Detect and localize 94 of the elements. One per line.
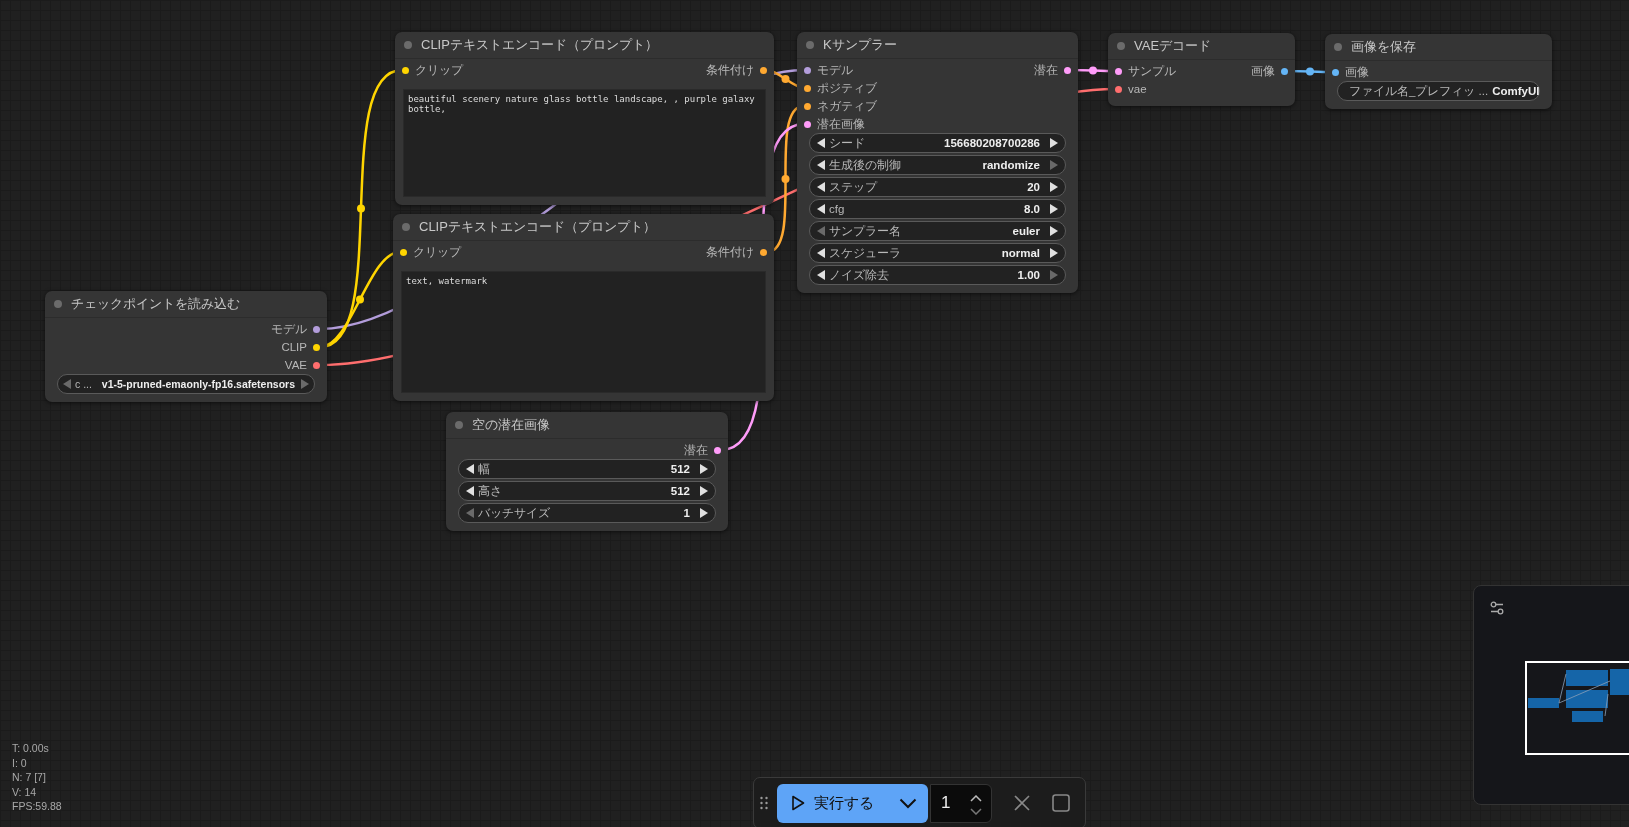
widget-label: ノイズ除去 [829, 267, 889, 283]
node-title: VAEデコード [1134, 37, 1212, 55]
slot-label: 条件付け [706, 244, 754, 260]
drag-handle-icon[interactable] [760, 796, 768, 810]
output-slot-icon[interactable] [714, 446, 721, 454]
node-dot-icon [402, 223, 410, 231]
slot-label: クリップ [415, 62, 463, 78]
input-slot-icon[interactable] [1115, 85, 1122, 93]
widget-value: normal [1001, 247, 1040, 259]
text-widget[interactable]: ファイル名_プレフィッ ... ComfyUI [1337, 81, 1540, 101]
node-dot-icon [806, 41, 814, 49]
widget-label: c ... [75, 378, 92, 390]
widget-label: スケジューラ [829, 245, 901, 261]
input-slot-icon[interactable] [400, 248, 407, 256]
run-button[interactable]: 実行する [777, 783, 888, 823]
chevron-up-icon[interactable] [970, 794, 982, 802]
input-slot-icon[interactable] [1332, 68, 1339, 76]
widget-label: シード [829, 135, 865, 151]
dropdown-button[interactable] [888, 783, 928, 823]
widget-value: ComfyUI [1492, 85, 1540, 97]
slot-label: サンプル [1128, 63, 1176, 79]
slot-label: ポジティブ [817, 80, 877, 96]
node-dot-icon [1117, 42, 1125, 50]
node-title: チェックポイントを読み込む [71, 295, 240, 313]
stat-line: I: 0 [12, 755, 28, 770]
output-slot-icon[interactable] [760, 66, 767, 74]
widget-label: 生成後の制御 [829, 157, 901, 173]
widget-label: ファイル名_プレフィッ ... [1349, 83, 1489, 99]
slot-label: クリップ [413, 244, 461, 260]
widget-label: サンプラー名 [829, 223, 901, 239]
slot-label: 画像 [1345, 64, 1369, 80]
stat-line: T: 0.00s [12, 741, 50, 756]
slot-label: モデル [271, 321, 307, 337]
minimap-panel[interactable] [1473, 585, 1629, 805]
slot-label: 条件付け [706, 62, 754, 78]
output-slot-icon[interactable] [313, 361, 320, 369]
slot-label: モデル [817, 62, 853, 78]
input-slot-icon[interactable] [804, 102, 811, 110]
play-icon [791, 795, 805, 811]
close-icon [1014, 795, 1030, 811]
slot-label: 画像 [1251, 63, 1275, 79]
input-slot-icon[interactable] [1115, 67, 1122, 75]
input-slot-icon[interactable] [804, 84, 811, 92]
input-slot-icon[interactable] [402, 66, 409, 74]
stat-line: FPS:59.88 [12, 799, 62, 814]
node-title: Kサンプラー [823, 36, 897, 54]
prompt-field[interactable]: beautiful scenery nature glass bottle landscape, , purple galaxy bottle, [403, 89, 766, 197]
widget-label: cfg [829, 203, 845, 215]
chevron-down-icon[interactable] [970, 807, 982, 815]
output-slot-icon[interactable] [760, 248, 767, 256]
node-title: CLIPテキストエンコード（プロンプト） [421, 36, 658, 54]
prompt-field[interactable]: text, watermark [401, 271, 766, 393]
widget-label: 高さ [478, 483, 502, 499]
output-slot-icon[interactable] [313, 325, 320, 333]
stat-line: V: 14 [12, 784, 38, 799]
widget-label: ステップ [829, 179, 877, 195]
widget-value: 1 [683, 507, 690, 519]
node-dot-icon [404, 41, 412, 49]
output-slot-icon[interactable] [1281, 67, 1288, 75]
widget-value: 20 [1027, 181, 1040, 193]
widget-value: euler [1012, 225, 1040, 237]
cancel-button[interactable] [1014, 795, 1030, 811]
stat-line: N: 7 [7] [12, 770, 47, 785]
widget-value: 1.00 [1017, 269, 1040, 281]
input-slot-icon[interactable] [804, 66, 811, 74]
widget-value: 512 [670, 463, 690, 475]
slot-label: 潜在 [684, 442, 708, 458]
node-title: 空の潜在画像 [472, 416, 550, 434]
slot-label: ネガティブ [817, 98, 877, 114]
input-slot-icon[interactable] [804, 120, 811, 128]
node-dot-icon [1334, 43, 1342, 51]
widget-label: 幅 [478, 461, 490, 477]
widget-value: 156680208700286 [944, 137, 1040, 149]
settings-icon[interactable] [1490, 601, 1504, 615]
widget-value: 512 [670, 485, 690, 497]
chevron-down-icon [899, 797, 917, 809]
widget-value: v1-5-pruned-emaonly-fp16.safetensors [101, 378, 295, 390]
slot-label: CLIP [281, 341, 307, 353]
node-dot-icon [54, 300, 62, 308]
stop-button[interactable] [1052, 794, 1070, 812]
widget-value: 8.0 [1024, 203, 1040, 215]
slot-label: VAE [284, 359, 307, 371]
slot-label: 潜在画像 [817, 116, 865, 132]
widget-value: randomize [982, 159, 1040, 171]
node-title: CLIPテキストエンコード（プロンプト） [419, 218, 656, 236]
output-slot-icon[interactable] [1064, 66, 1071, 74]
output-slot-icon[interactable] [313, 343, 320, 351]
slot-label: vae [1128, 83, 1147, 95]
square-icon [1052, 794, 1070, 812]
batch-count-field[interactable]: 1 [930, 783, 992, 823]
node-title: 画像を保存 [1351, 38, 1416, 56]
node-dot-icon [455, 421, 463, 429]
slot-label: 潜在 [1034, 62, 1058, 78]
widget-label: バッチサイズ [478, 505, 550, 521]
